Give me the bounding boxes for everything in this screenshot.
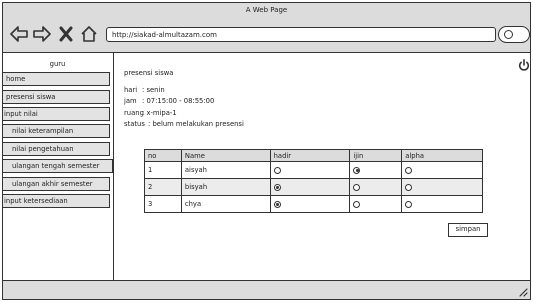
sidebar-item-nilai-pengetahuan[interactable]: nilai pengetahuan (3, 142, 110, 156)
info-ruang-value: : x-mipa-1 (142, 109, 177, 117)
cell-ijin (349, 178, 403, 196)
sidebar-header: guru (3, 58, 112, 72)
title-bar: A Web Page http://siakad-almultazam.com (3, 3, 530, 53)
cell-no: 1 (144, 161, 182, 179)
forward-button[interactable] (32, 25, 52, 43)
main-content: presensi siswa hari : senin jam : 07:15:00… (114, 53, 530, 281)
info-jam-label: jam (124, 97, 137, 105)
info-jam-value: : 07:15:00 - 08:55:00 (142, 97, 215, 105)
sidebar-item-input-ketersediaan[interactable]: input ketersediaan (3, 194, 110, 208)
cell-hadir (269, 161, 351, 179)
radio-alpha[interactable] (405, 200, 413, 208)
sidebar-item-home[interactable]: home (3, 72, 110, 86)
cell-ijin (349, 195, 403, 213)
info-status: status: belum melakukan presensi (124, 120, 244, 129)
info-status-value: : belum melakukan presensi (148, 120, 244, 128)
radio-alpha[interactable] (405, 183, 413, 191)
save-button[interactable]: simpan (448, 223, 488, 237)
window-title: A Web Page (245, 6, 288, 14)
search-icon (504, 30, 513, 39)
status-bar (3, 280, 530, 299)
browser-window: A Web Page http://siakad-almultazam.com … (2, 2, 531, 300)
cell-hadir (269, 178, 351, 196)
cell-name: aisyah (180, 161, 271, 179)
cell-alpha (401, 178, 483, 196)
col-header-alpha: alpha (401, 149, 483, 162)
sidebar-item-input-nilai[interactable]: input nilai (3, 107, 110, 121)
col-header-no: no (144, 149, 182, 162)
cell-ijin (349, 161, 403, 179)
col-header-ijin: ijin (349, 149, 403, 162)
radio-ijin[interactable] (353, 183, 361, 191)
info-hari: hari : senin (124, 86, 165, 95)
cell-no: 2 (144, 178, 182, 196)
col-header-name: Name (180, 149, 271, 162)
power-icon[interactable] (518, 59, 530, 71)
resize-grip-icon[interactable] (518, 287, 528, 297)
info-hari-label: hari (124, 86, 138, 94)
info-ruang-label: ruang (124, 109, 144, 117)
close-x-icon (59, 26, 73, 42)
forward-arrow-icon (33, 26, 51, 42)
back-button[interactable] (9, 25, 29, 43)
sidebar-item-nilai-keterampilan[interactable]: nilai keterampilan (3, 124, 110, 138)
info-jam: jam : 07:15:00 - 08:55:00 (124, 97, 214, 106)
home-button[interactable] (79, 25, 99, 43)
cell-hadir (269, 195, 351, 213)
radio-alpha[interactable] (405, 166, 413, 174)
sidebar: guru home presensi siswa input nilai nil… (3, 53, 114, 281)
cell-name: bisyah (180, 178, 271, 196)
radio-ijin[interactable] (353, 166, 361, 174)
back-arrow-icon (10, 26, 28, 42)
col-header-hadir: hadir (269, 149, 351, 162)
search-button[interactable] (498, 26, 530, 43)
sidebar-item-ulangan-tengah-semester[interactable]: ulangan tengah semester (3, 159, 113, 173)
cell-alpha (401, 161, 483, 179)
page-title: presensi siswa (124, 69, 174, 77)
table-row: 2 bisyah (144, 178, 483, 196)
home-icon (81, 26, 97, 42)
radio-ijin[interactable] (353, 200, 361, 208)
stop-button[interactable] (56, 25, 76, 43)
attendance-table: no Name hadir ijin alpha 1 aisyah 2 bisy… (144, 149, 483, 213)
table-row: 3 chya (144, 195, 483, 213)
cell-no: 3 (144, 195, 182, 213)
radio-hadir[interactable] (273, 183, 281, 191)
radio-hadir[interactable] (273, 166, 281, 174)
radio-hadir[interactable] (273, 200, 281, 208)
info-ruang: ruang: x-mipa-1 (124, 109, 177, 118)
info-status-label: status (124, 120, 145, 128)
sidebar-item-presensi-siswa[interactable]: presensi siswa (3, 90, 110, 104)
table-row: 1 aisyah (144, 161, 483, 179)
url-bar[interactable]: http://siakad-almultazam.com (106, 27, 496, 42)
info-hari-value: : senin (142, 86, 165, 94)
sidebar-item-ulangan-akhir-semester[interactable]: ulangan akhir semester (3, 177, 110, 191)
cell-alpha (401, 195, 483, 213)
table-header-row: no Name hadir ijin alpha (144, 149, 483, 162)
cell-name: chya (180, 195, 271, 213)
